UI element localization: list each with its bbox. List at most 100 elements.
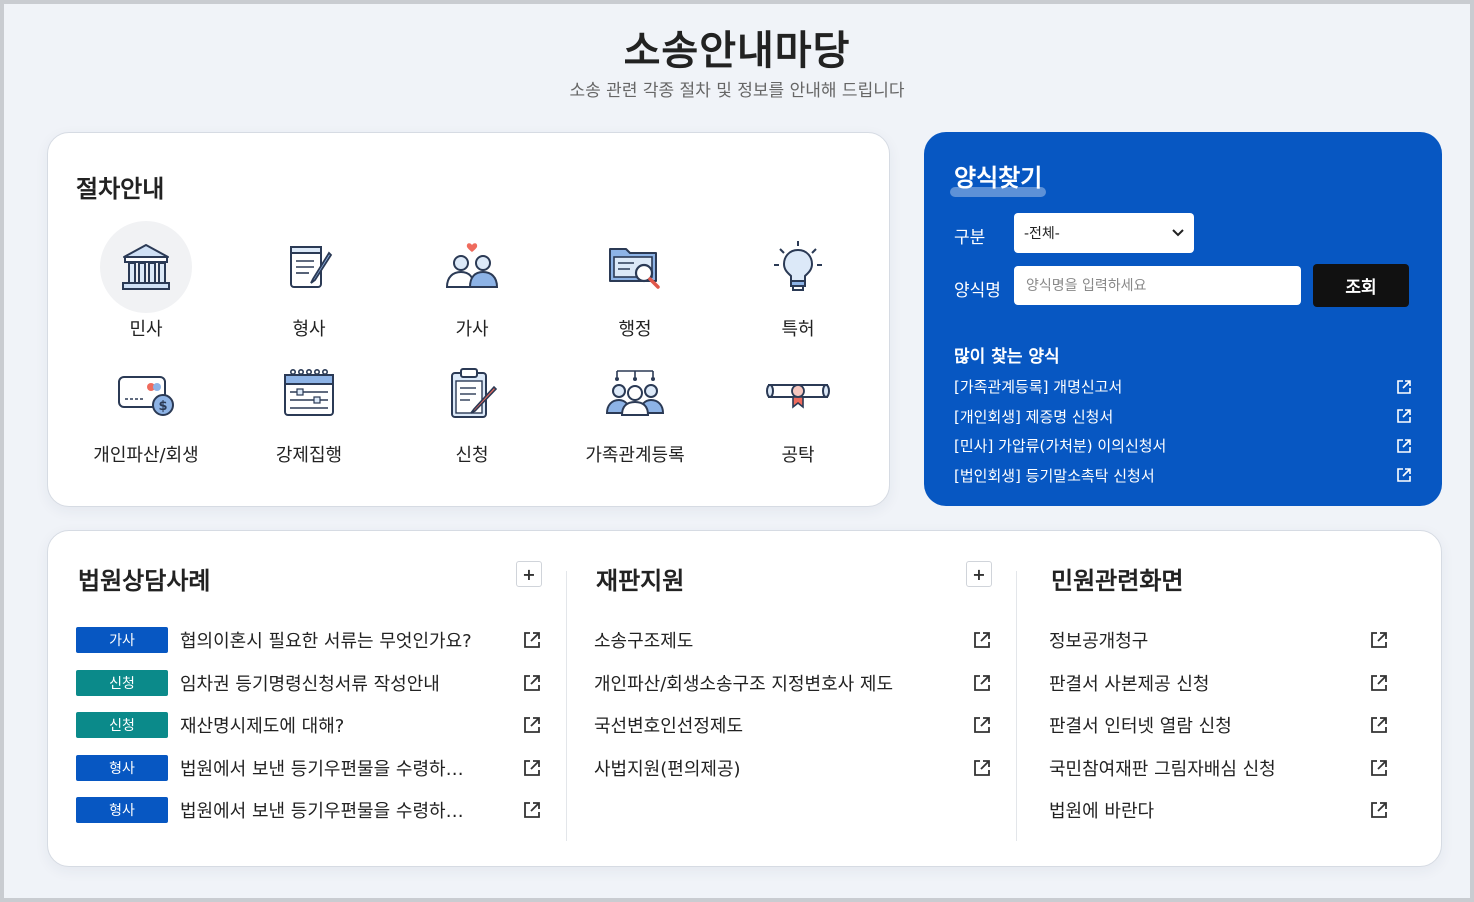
external-link-icon — [1397, 409, 1411, 424]
civil-row[interactable]: 국민참여재판 그림자배심 신청 — [1049, 747, 1389, 790]
search-button[interactable]: 조회 — [1313, 264, 1409, 307]
consult-more-button[interactable]: + — [516, 561, 542, 587]
card-money-icon: $ — [100, 347, 192, 439]
civil-row[interactable]: 판결서 인터넷 열람 신청 — [1049, 704, 1389, 747]
trial-support-title: 재판지원 — [592, 561, 689, 600]
civil-section: 민원관련화면 정보공개청구 판결서 사본제공 신청 판결서 인터넷 열람 신청 … — [1047, 531, 1389, 868]
popular-forms-title: 많이 찾는 양식 — [954, 347, 1060, 367]
trial-support-row-text: 국선변호인선정제도 — [594, 716, 744, 738]
category-badge: 형사 — [76, 754, 168, 781]
form-name-input[interactable] — [1014, 266, 1301, 305]
popular-form-item[interactable]: [가족관계등록] 개명신고서 — [954, 372, 1412, 402]
trial-support-row[interactable]: 사법지원(편의제공) — [594, 747, 992, 790]
procedure-label: 가족관계등록 — [585, 445, 685, 466]
procedure-label: 형사 — [292, 319, 326, 340]
consult-row[interactable]: 신청 임차권 등기명령신청서류 작성안내 — [76, 662, 542, 705]
courthouse-icon — [100, 221, 192, 313]
scroll-seal-icon — [752, 347, 844, 439]
trial-support-row[interactable]: 개인파산/회생소송구조 지정변호사 제도 — [594, 662, 992, 705]
consult-section: 법원상담사례 + 가사 협의이혼시 필요한 서류는 무엇인가요? 신청 임차권 … — [74, 531, 542, 868]
category-badge: 가사 — [76, 627, 168, 654]
civil-row-text: 정보공개청구 — [1049, 631, 1149, 653]
external-link-icon — [1371, 632, 1387, 648]
page-subtitle: 소송 관련 각종 절차 및 정보를 안내해 드립니다 — [569, 81, 905, 101]
popular-form-item[interactable]: [법인회생] 등기말소촉탁 신청서 — [954, 461, 1412, 491]
page-title: 소송안내마당 — [623, 28, 851, 74]
consult-row[interactable]: 신청 재산명시제도에 대해? — [76, 704, 542, 747]
external-link-icon — [1371, 759, 1387, 776]
calendar-icon — [263, 347, 355, 439]
procedure-label: 특허 — [781, 319, 815, 340]
procedure-title: 절차안내 — [72, 169, 169, 208]
popular-form-item[interactable]: [개인회생] 제증명 신청서 — [954, 402, 1412, 432]
procedure-label: 개인파산/회생 — [93, 445, 199, 466]
procedure-label: 민사 — [129, 319, 163, 340]
external-link-icon — [1371, 802, 1387, 818]
consult-row-text: 법원에서 보낸 등기우편물을 수령하… — [180, 801, 464, 823]
procedure-item-application[interactable]: 신청 — [390, 347, 554, 467]
procedure-item-civil[interactable]: 민사 — [64, 221, 228, 341]
external-link-icon — [974, 674, 990, 691]
consult-row-text: 임차권 등기명령신청서류 작성안내 — [180, 673, 440, 695]
civil-row-text: 법원에 바란다 — [1049, 801, 1155, 823]
popular-forms-list: [가족관계등록] 개명신고서 [개인회생] 제증명 신청서 [민사] 가압류(가… — [954, 372, 1412, 490]
chevron-down-icon — [1172, 229, 1184, 237]
civil-row-text: 국민참여재판 그림자배심 신청 — [1049, 758, 1276, 780]
civil-row-text: 판결서 사본제공 신청 — [1049, 673, 1210, 695]
civil-row[interactable]: 정보공개청구 — [1049, 619, 1389, 662]
category-badge: 신청 — [76, 669, 168, 696]
popular-form-label: [법인회생] 등기말소촉탁 신청서 — [954, 466, 1155, 485]
popular-form-item[interactable]: [민사] 가압류(가처분) 이의신청서 — [954, 431, 1412, 461]
procedure-item-administrative[interactable]: 행정 — [553, 221, 717, 341]
popular-form-label: [개인회생] 제증명 신청서 — [954, 407, 1114, 426]
procedure-label: 신청 — [455, 445, 489, 466]
procedure-item-family-registration[interactable]: 가족관계등록 — [553, 347, 717, 467]
procedure-label: 강제집행 — [275, 445, 343, 466]
civil-row[interactable]: 법원에 바란다 — [1049, 789, 1389, 832]
consult-row[interactable]: 가사 협의이혼시 필요한 서류는 무엇인가요? — [76, 619, 542, 662]
civil-list: 정보공개청구 판결서 사본제공 신청 판결서 인터넷 열람 신청 국민참여재판 … — [1049, 619, 1389, 832]
category-select[interactable]: -전체- — [1014, 213, 1194, 253]
procedure-item-patent[interactable]: 특허 — [716, 221, 880, 341]
column-divider — [1016, 571, 1017, 841]
consult-row[interactable]: 형사 법원에서 보낸 등기우편물을 수령하… — [76, 747, 542, 790]
trial-support-list: 소송구조제도 개인파산/회생소송구조 지정변호사 제도 국선변호인선정제도 사법… — [594, 619, 992, 789]
procedure-item-criminal[interactable]: 형사 — [227, 221, 391, 341]
external-link-icon — [524, 632, 540, 648]
procedure-item-enforcement[interactable]: 강제집행 — [227, 347, 391, 467]
form-search-card: 양식찾기 구분 -전체- 양식명 조회 많이 찾는 양식 [가족관계등록] 개명… — [924, 132, 1442, 506]
popular-form-label: [민사] 가압류(가처분) 이의신청서 — [954, 437, 1167, 456]
procedure-card: 절차안내 민사 형사 가사 행정 특허 $ 개인파산/회생 강제집행 신청 가족… — [47, 132, 890, 507]
procedure-item-bankruptcy[interactable]: $ 개인파산/회생 — [64, 347, 228, 467]
consult-row[interactable]: 형사 법원에서 보낸 등기우편물을 수령하… — [76, 789, 542, 832]
external-link-icon — [1397, 468, 1411, 483]
clipboard-pen-icon — [426, 347, 518, 439]
couple-heart-icon — [426, 221, 518, 313]
consult-list: 가사 협의이혼시 필요한 서류는 무엇인가요? 신청 임차권 등기명령신청서류 … — [76, 619, 542, 832]
category-badge: 신청 — [76, 712, 168, 739]
civil-row[interactable]: 판결서 사본제공 신청 — [1049, 662, 1389, 705]
trial-support-row-text: 개인파산/회생소송구조 지정변호사 제도 — [594, 673, 894, 695]
civil-row-text: 판결서 인터넷 열람 신청 — [1049, 716, 1232, 738]
column-divider — [566, 571, 567, 841]
civil-title: 민원관련화면 — [1047, 561, 1188, 600]
lightbulb-icon — [752, 221, 844, 313]
trial-support-row[interactable]: 국선변호인선정제도 — [594, 704, 992, 747]
trial-support-row[interactable]: 소송구조제도 — [594, 619, 992, 662]
svg-text:$: $ — [158, 399, 167, 414]
category-label: 구분 — [954, 228, 986, 248]
consult-row-text: 재산명시제도에 대해? — [180, 716, 345, 738]
document-quill-icon — [263, 221, 355, 313]
external-link-icon — [974, 759, 990, 776]
trial-support-more-button[interactable]: + — [966, 561, 992, 587]
trial-support-section: 재판지원 + 소송구조제도 개인파산/회생소송구조 지정변호사 제도 국선변호인… — [592, 531, 992, 868]
trial-support-row-text: 사법지원(편의제공) — [594, 758, 741, 780]
trial-support-row-text: 소송구조제도 — [594, 631, 694, 653]
category-select-value: -전체- — [1024, 226, 1060, 242]
consult-row-text: 법원에서 보낸 등기우편물을 수령하… — [180, 758, 464, 780]
external-link-icon — [1397, 438, 1411, 453]
procedure-item-family[interactable]: 가사 — [390, 221, 554, 341]
consult-row-text: 협의이혼시 필요한 서류는 무엇인가요? — [180, 631, 472, 653]
external-link-icon — [1371, 717, 1387, 733]
procedure-item-deposit[interactable]: 공탁 — [716, 347, 880, 467]
